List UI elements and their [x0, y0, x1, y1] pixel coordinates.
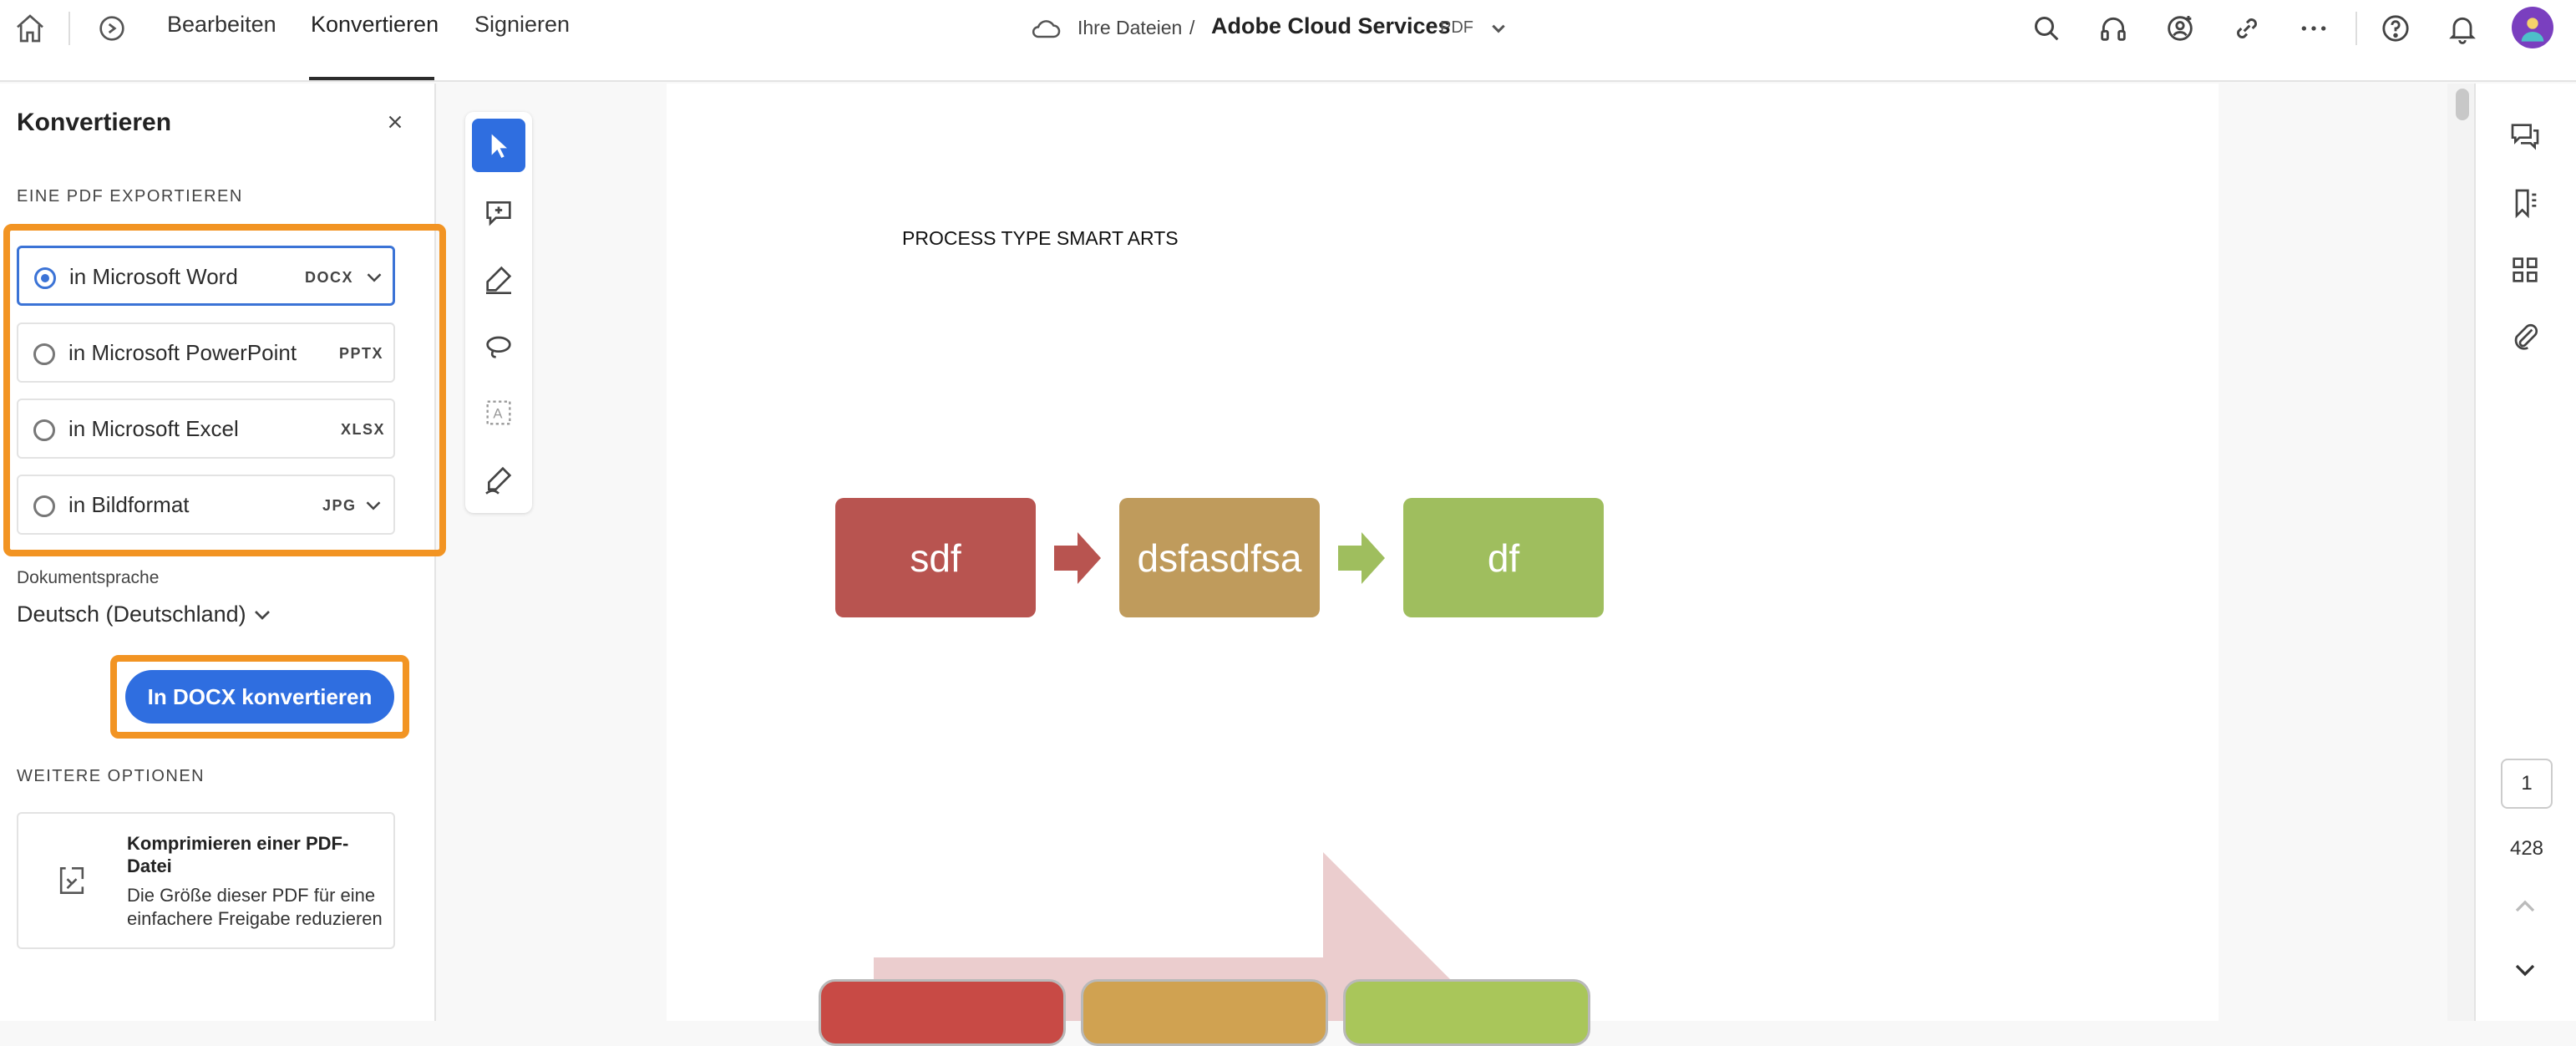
radio-button[interactable] [33, 419, 55, 441]
divider [2355, 12, 2357, 45]
panel-title: Konvertieren [17, 109, 172, 136]
process-step-1: sdf [835, 498, 1036, 617]
language-label: Dokumentsprache [17, 568, 160, 587]
process-arrow [1054, 532, 1101, 584]
help-icon[interactable] [2372, 5, 2419, 52]
tab-signieren[interactable]: Signieren [474, 12, 570, 38]
home-icon[interactable] [7, 5, 53, 52]
export-option-excel[interactable]: in Microsoft Excel XLSX [17, 399, 395, 459]
more-options-heading: WEITERE OPTIONEN [17, 767, 205, 785]
chevron-down-icon[interactable] [2504, 949, 2546, 991]
tab-konvertieren[interactable]: Konvertieren [311, 12, 439, 38]
scrollbar-thumb[interactable] [2456, 89, 2469, 120]
compress-pdf-card[interactable]: Komprimieren einer PDF-Datei Die Größe d… [17, 812, 395, 949]
svg-text:A: A [493, 406, 503, 422]
smartart-block-2 [1081, 979, 1328, 1046]
scrollbar[interactable] [2447, 84, 2477, 1021]
select-tool-icon[interactable] [472, 119, 525, 172]
radio-button[interactable] [33, 343, 55, 365]
headphones-icon[interactable] [2090, 5, 2137, 52]
cloud-icon [1023, 5, 1070, 52]
pdf-heading: PROCESS TYPE SMART ARTS [902, 227, 1179, 249]
avatar[interactable] [2512, 7, 2553, 48]
option-label: in Microsoft Excel [68, 416, 239, 441]
card-title: Komprimieren einer PDF-Datei [127, 833, 349, 876]
search-icon[interactable] [2023, 5, 2070, 52]
chevron-down-icon[interactable] [249, 602, 276, 628]
sign-icon[interactable] [472, 453, 525, 506]
export-option-powerpoint[interactable]: in Microsoft PowerPoint PPTX [17, 322, 395, 383]
format-badge: PPTX [339, 345, 384, 362]
page-number-input[interactable]: 1 [2501, 759, 2553, 809]
smartart-block-1 [819, 979, 1066, 1046]
more-icon[interactable] [2290, 5, 2337, 52]
format-badge: DOCX [305, 269, 354, 286]
document-title[interactable]: Adobe Cloud Services [1211, 13, 1451, 39]
right-rail [2474, 84, 2576, 1021]
document-type: PDF [1440, 18, 1473, 37]
export-option-image[interactable]: in Bildformat JPG [17, 475, 395, 535]
smartart-block-3 [1343, 979, 1590, 1046]
highlight-icon[interactable] [472, 252, 525, 306]
chevron-down-icon[interactable] [362, 265, 387, 290]
bookmarks-icon[interactable] [2504, 182, 2546, 224]
breadcrumb-ihre-dateien[interactable]: Ihre Dateien [1078, 17, 1182, 39]
export-heading: EINE PDF EXPORTIEREN [17, 187, 243, 206]
chevron-up-icon[interactable] [2504, 886, 2546, 927]
link-icon[interactable] [2224, 5, 2270, 52]
page-total: 428 [2509, 837, 2544, 860]
tab-bearbeiten[interactable]: Bearbeiten [167, 12, 276, 38]
process-step-3: df [1403, 498, 1604, 617]
format-badge: XLSX [341, 421, 386, 438]
breadcrumb-separator: / [1189, 17, 1195, 38]
attachments-icon[interactable] [2504, 316, 2546, 358]
draw-icon[interactable] [472, 319, 525, 373]
active-tab-indicator [309, 77, 434, 80]
bell-icon[interactable] [2439, 5, 2486, 52]
history-icon[interactable] [89, 5, 135, 52]
close-icon[interactable] [380, 107, 410, 137]
language-select[interactable]: Deutsch (Deutschland) [17, 602, 246, 627]
convert-panel: Konvertieren EINE PDF EXPORTIEREN in Mic… [0, 84, 446, 1021]
card-description: Die Größe dieser PDF für eine einfachere… [127, 885, 383, 929]
radio-button[interactable] [33, 495, 55, 517]
chevron-down-icon[interactable] [1475, 5, 1522, 52]
text-select-icon[interactable]: A [472, 386, 525, 439]
top-bar: Bearbeiten Konvertieren Signieren Ihre D… [0, 0, 2576, 82]
radio-button[interactable] [34, 267, 56, 289]
quick-tools: A [465, 112, 532, 513]
option-label: in Microsoft PowerPoint [68, 340, 297, 365]
compress-icon [53, 862, 90, 899]
option-label: in Bildformat [68, 492, 190, 517]
export-option-word[interactable]: in Microsoft Word DOCX [17, 246, 395, 306]
chevron-down-icon[interactable] [361, 493, 386, 518]
divider [68, 12, 70, 45]
format-badge: JPG [322, 497, 357, 514]
add-user-icon[interactable] [2157, 5, 2203, 52]
thumbnails-icon[interactable] [2504, 249, 2546, 291]
convert-button[interactable]: In DOCX konvertieren [125, 670, 394, 724]
process-step-2: dsfasdfsa [1119, 498, 1320, 617]
option-label: in Microsoft Word [69, 264, 238, 289]
add-comment-icon[interactable] [472, 185, 525, 239]
comments-icon[interactable] [2504, 115, 2546, 157]
process-arrow [1338, 532, 1385, 584]
